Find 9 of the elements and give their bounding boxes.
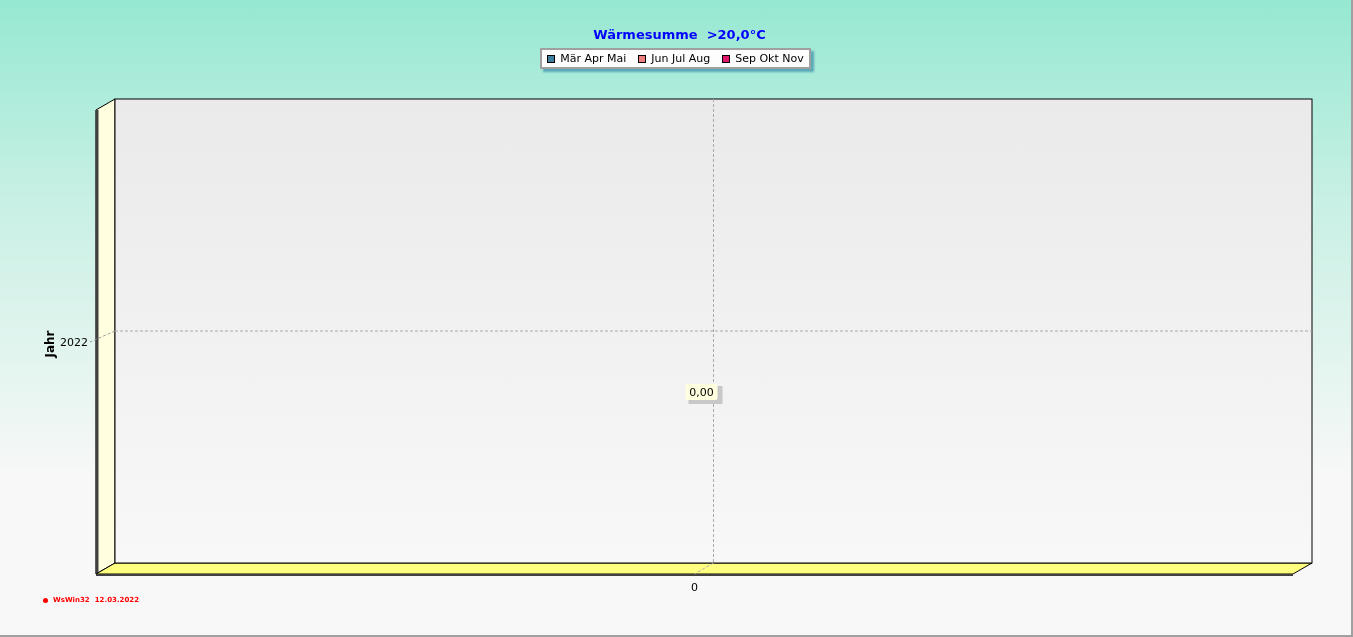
legend-label: Jun Jul Aug (651, 52, 711, 65)
x-tick-label: 0 (691, 581, 698, 594)
chart-title: Wärmesumme >20,0°C (592, 26, 766, 44)
logo-icon (43, 597, 48, 603)
y-axis-title: Jahr (43, 330, 57, 358)
legend-label: Mär Apr Mai (560, 52, 627, 65)
y-tick-label: 2022 (60, 336, 88, 349)
legend-label: Sep Okt Nov (735, 52, 804, 65)
value-label: 0,00 (685, 384, 723, 404)
